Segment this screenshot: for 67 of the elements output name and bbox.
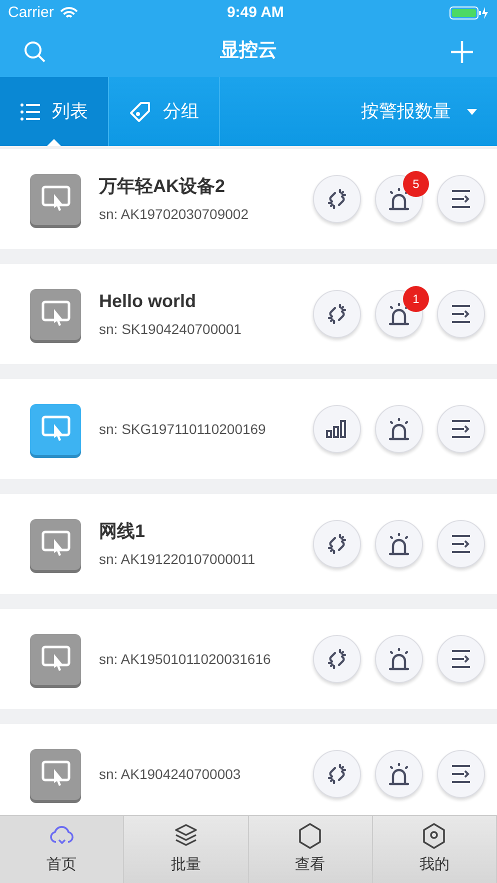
device-card[interactable]: sn: SKG197110110200169 xyxy=(0,379,497,479)
alarm-light-icon xyxy=(386,761,412,787)
battery-icon xyxy=(449,6,489,20)
alarm-light-icon xyxy=(386,301,412,327)
search-icon[interactable] xyxy=(24,40,46,62)
alarm-light-icon xyxy=(386,416,412,442)
alarm-count-badge: 5 xyxy=(403,171,429,197)
bottom-tab[interactable]: 查看 xyxy=(248,816,373,883)
alarm-light-icon xyxy=(386,531,412,557)
alarm-button[interactable] xyxy=(375,520,423,568)
device-card[interactable]: 万年轻AK设备2 sn: AK19702030709002 5 xyxy=(0,149,497,249)
tag-icon xyxy=(129,100,151,122)
view-tab[interactable]: 列表 xyxy=(0,77,109,146)
signal-button[interactable] xyxy=(313,405,361,453)
broken-link-icon xyxy=(325,532,349,556)
detail-button[interactable] xyxy=(437,635,485,683)
broken-link-icon xyxy=(325,762,349,786)
detail-button[interactable] xyxy=(437,750,485,798)
list-arrow-icon xyxy=(449,418,473,440)
signal-bars-icon xyxy=(325,419,349,439)
alarm-button[interactable] xyxy=(375,635,423,683)
list-arrow-icon xyxy=(449,533,473,555)
list-arrow-icon xyxy=(449,648,473,670)
connection-button[interactable] xyxy=(313,520,361,568)
caret-icon xyxy=(467,108,477,114)
broken-link-icon xyxy=(325,187,349,211)
wifi-icon xyxy=(60,6,78,20)
list-arrow-icon xyxy=(449,303,473,325)
device-card[interactable]: sn: AK1904240700003 xyxy=(0,724,497,815)
connection-button[interactable] xyxy=(313,290,361,338)
carrier-text: Carrier xyxy=(8,2,54,23)
selection-pointer xyxy=(47,139,61,146)
detail-button[interactable] xyxy=(437,175,485,223)
detail-button[interactable] xyxy=(437,520,485,568)
connection-button[interactable] xyxy=(313,635,361,683)
broken-link-icon xyxy=(325,647,349,671)
serial-number: sn: AK191220107000011 xyxy=(99,550,256,569)
add-icon[interactable] xyxy=(451,40,473,62)
list-arrow-icon xyxy=(449,188,473,210)
device-name: Hello world xyxy=(99,290,198,313)
broken-link-icon xyxy=(325,302,349,326)
bottom-tab[interactable]: 批量 xyxy=(124,816,248,883)
clock-text: 9:49 AM xyxy=(226,2,284,23)
connection-button[interactable] xyxy=(313,750,361,798)
alarm-light-icon xyxy=(386,646,412,672)
serial-number: sn: AK1904240700003 xyxy=(99,764,242,784)
connection-button[interactable] xyxy=(313,175,361,223)
alarm-count-badge: 1 xyxy=(403,286,429,312)
list-arrow-icon xyxy=(449,763,473,785)
serial-number: sn: SKG197110110200169 xyxy=(99,420,267,438)
list-icon xyxy=(20,102,40,120)
device-card[interactable]: sn: AK19501011020031616 xyxy=(0,609,497,709)
bottom-tab[interactable]: 首页 xyxy=(0,816,124,883)
serial-number: sn: AK19501011020031616 xyxy=(99,650,272,668)
app-title: 显控云 xyxy=(220,39,277,64)
device-name: 万年轻AK设备2 xyxy=(99,175,226,198)
device-card[interactable]: Hello world sn: SK1904240700001 1 xyxy=(0,264,497,364)
serial-number: sn: SK1904240700001 xyxy=(99,320,242,339)
detail-button[interactable] xyxy=(437,290,485,338)
device-name: 网线1 xyxy=(99,520,146,543)
serial-number: sn: AK19702030709002 xyxy=(99,205,250,224)
alarm-button[interactable] xyxy=(375,750,423,798)
alarm-button[interactable] xyxy=(375,405,423,453)
alarm-light-icon xyxy=(386,186,412,212)
detail-button[interactable] xyxy=(437,405,485,453)
bottom-tab[interactable]: 我的 xyxy=(372,816,497,883)
device-card[interactable]: 网线1 sn: AK191220107000011 xyxy=(0,494,497,594)
